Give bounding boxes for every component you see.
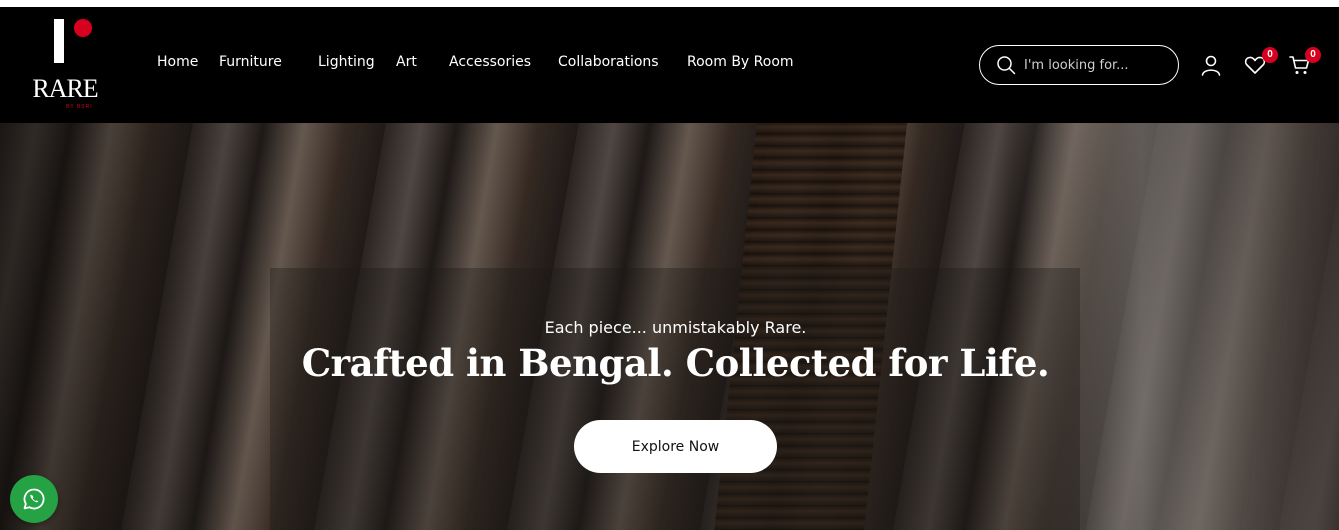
top-strip xyxy=(0,0,1339,7)
nav-item-collaborations[interactable]: Collaborations xyxy=(558,54,659,70)
wishlist-count-badge: 0 xyxy=(1262,47,1278,63)
hero-headline: Crafted in Bengal. Collected for Life. xyxy=(301,341,1050,385)
search-input[interactable] xyxy=(1024,54,1164,76)
hero-text-panel xyxy=(270,268,1080,530)
nav-item-art[interactable]: Art xyxy=(396,54,417,70)
site-header: RARE BY BSRI Home Furniture Lighting Art… xyxy=(0,7,1339,123)
logo-bar xyxy=(54,19,64,63)
user-icon[interactable] xyxy=(1199,53,1223,77)
cart-count-badge: 0 xyxy=(1305,47,1321,63)
logo-dot xyxy=(74,19,92,37)
nav-item-furniture[interactable]: Furniture xyxy=(219,54,282,70)
logo-subtext: BY BSRI xyxy=(66,104,93,110)
hero-tagline: Each piece... unmistakably Rare. xyxy=(544,318,807,337)
nav-item-lighting[interactable]: Lighting xyxy=(318,54,375,70)
hero-banner: Each piece... unmistakably Rare. Crafted… xyxy=(0,123,1339,530)
whatsapp-icon xyxy=(23,488,45,510)
nav-item-accessories[interactable]: Accessories xyxy=(449,54,531,70)
nav-item-home[interactable]: Home xyxy=(157,54,198,70)
search-box[interactable] xyxy=(979,45,1179,85)
logo-wordmark: RARE xyxy=(32,74,98,103)
whatsapp-chat-button[interactable] xyxy=(10,475,58,523)
brand-logo[interactable]: RARE BY BSRI xyxy=(30,17,100,112)
explore-now-button[interactable]: Explore Now xyxy=(574,420,777,473)
search-icon[interactable] xyxy=(996,55,1016,75)
nav-item-room-by-room[interactable]: Room By Room xyxy=(687,54,794,70)
